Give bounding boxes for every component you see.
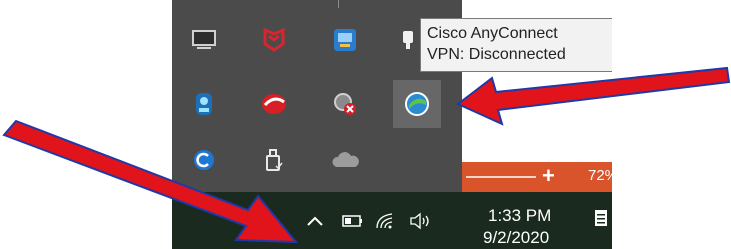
red-arrow-to-chevron (2, 119, 299, 244)
annotation-overlay (2, 66, 731, 244)
red-arrow-to-cisco-icon (456, 66, 731, 126)
